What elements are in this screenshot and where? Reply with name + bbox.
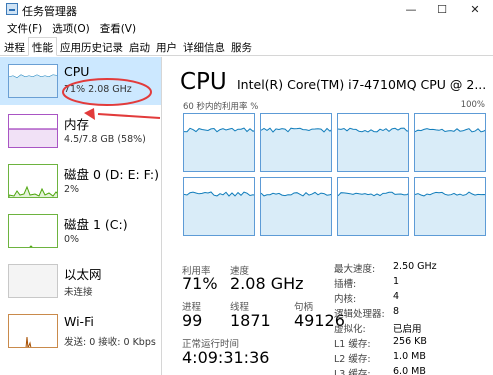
menu-file[interactable]: 文件(F) — [2, 21, 47, 36]
sidebar-item-disk-0[interactable]: 磁盘 0 (D: E: F:) 2% — [0, 157, 161, 205]
sidebar-item-label: 磁盘 1 (C:) — [64, 217, 128, 232]
sidebar-item-label: 内存 — [64, 117, 90, 132]
threads-value: 1871 — [230, 311, 271, 330]
tab-details[interactable]: 详细信息 — [180, 38, 228, 55]
ethernet-thumbnail-graph — [8, 264, 58, 298]
utilization-area — [184, 192, 254, 235]
sidebar-item-value: 4.5/7.8 GB (58%) — [64, 134, 146, 145]
tab-startup[interactable]: 启动 — [126, 38, 153, 55]
sidebar-item-memory[interactable]: 内存 4.5/7.8 GB (58%) — [0, 107, 161, 155]
disk-1-thumbnail-graph — [8, 214, 58, 248]
uptime-value: 4:09:31:36 — [182, 348, 270, 367]
tab-performance[interactable]: 性能 — [28, 37, 57, 56]
logical-processor-graph — [183, 113, 255, 172]
tab-app-history[interactable]: 应用历史记录 — [57, 38, 126, 55]
sidebar-item-value: 2% — [64, 184, 80, 195]
utilization-area — [415, 192, 485, 235]
logical-processor-graphs[interactable] — [183, 113, 486, 237]
menu-view[interactable]: 查看(V) — [95, 21, 141, 36]
logical-processor-graph — [337, 177, 409, 236]
menu-bar: 文件(F) 选项(O) 查看(V) — [0, 19, 493, 37]
graph-caption: 60 秒内的利用率 % — [183, 102, 259, 112]
sidebar-item-label: Wi-Fi — [64, 314, 94, 329]
memory-thumbnail-graph — [8, 114, 58, 148]
l2-cache-label: L2 缓存: — [334, 354, 371, 365]
logical-processor-graph — [260, 113, 332, 172]
l1-cache-label: L1 缓存: — [334, 339, 371, 350]
utilization-area — [338, 128, 408, 171]
tab-users[interactable]: 用户 — [153, 38, 180, 55]
wifi-thumbnail-graph — [8, 314, 58, 348]
virtualization-label: 虚拟化: — [334, 324, 366, 335]
sidebar-item-label: CPU — [64, 64, 90, 79]
cpu-model-name: Intel(R) Core(TM) i7-4710MQ CPU @ 2... — [237, 77, 487, 92]
l1-cache-value: 256 KB — [393, 336, 427, 347]
utilization-area — [261, 192, 331, 235]
logical-processors-value: 8 — [393, 306, 400, 317]
speed-value: 2.08 GHz — [230, 274, 304, 293]
resource-sidebar: CPU 71% 2.08 GHz 内存 4.5/7.8 GB (58%) 磁盘 … — [0, 57, 162, 375]
graph-max-label: 100% — [460, 100, 485, 110]
menu-options[interactable]: 选项(O) — [47, 21, 94, 36]
maximize-button[interactable]: ☐ — [424, 0, 460, 19]
l2-cache-value: 1.0 MB — [393, 351, 426, 362]
sidebar-item-value: 71% 2.08 GHz — [64, 84, 132, 95]
utilization-value: 71% — [182, 274, 218, 293]
max-speed-value: 2.50 GHz — [393, 261, 437, 272]
logical-processor-graph — [260, 177, 332, 236]
disk-0-thumbnail-graph — [8, 164, 58, 198]
title-bar: 任务管理器 — ☐ ✕ — [0, 0, 493, 19]
processes-value: 99 — [182, 311, 203, 330]
sidebar-item-ethernet[interactable]: 以太网 未连接 — [0, 257, 161, 305]
cores-label: 内核: — [334, 294, 357, 305]
logical-processors-label: 逻辑处理器: — [334, 309, 385, 320]
close-button[interactable]: ✕ — [457, 0, 493, 19]
sockets-label: 插槽: — [334, 279, 357, 290]
sidebar-item-label: 以太网 — [64, 267, 102, 282]
sockets-value: 1 — [393, 276, 400, 287]
sidebar-item-disk-1[interactable]: 磁盘 1 (C:) 0% — [0, 207, 161, 255]
page-title: CPU — [180, 69, 227, 95]
logical-processor-graph — [337, 113, 409, 172]
task-manager-icon — [6, 3, 18, 15]
virtualization-value: 已启用 — [393, 324, 422, 335]
tab-bar: 进程 性能 应用历史记录 启动 用户 详细信息 服务 — [0, 37, 493, 56]
max-speed-label: 最大速度: — [334, 264, 376, 275]
tab-processes[interactable]: 进程 — [1, 38, 28, 55]
utilization-area — [184, 128, 254, 171]
sidebar-item-label: 磁盘 0 (D: E: F:) — [64, 167, 159, 182]
l3-cache-value: 6.0 MB — [393, 366, 426, 375]
logical-processor-graph — [183, 177, 255, 236]
utilization-area — [261, 128, 331, 171]
cpu-detail-panel: CPU Intel(R) Core(TM) i7-4710MQ CPU @ 2.… — [163, 57, 493, 375]
tab-services[interactable]: 服务 — [228, 38, 255, 55]
logical-processor-graph — [414, 113, 486, 172]
window-title: 任务管理器 — [22, 5, 77, 18]
utilization-area — [415, 128, 485, 171]
sidebar-item-wifi[interactable]: Wi-Fi 发送: 0 接收: 0 Kbps — [0, 307, 161, 355]
sidebar-item-value: 发送: 0 接收: 0 Kbps — [64, 337, 156, 348]
logical-processor-graph — [414, 177, 486, 236]
sidebar-item-value: 未连接 — [64, 287, 93, 298]
l3-cache-label: L3 缓存: — [334, 369, 371, 375]
sidebar-item-value: 0% — [64, 234, 80, 245]
cpu-thumbnail-graph — [8, 64, 58, 98]
utilization-area — [338, 192, 408, 235]
cores-value: 4 — [393, 291, 400, 302]
sidebar-item-cpu[interactable]: CPU 71% 2.08 GHz — [0, 57, 161, 105]
